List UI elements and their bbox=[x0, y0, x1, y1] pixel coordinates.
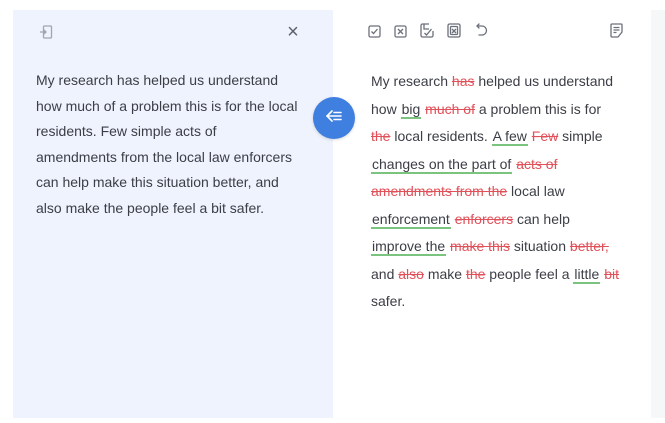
inserted-text[interactable]: big bbox=[400, 100, 422, 119]
inserted-text[interactable]: A few bbox=[491, 128, 528, 146]
edited-paragraph: My research has helped us understand how… bbox=[371, 68, 623, 316]
source-paragraph: My research has helped us understand how… bbox=[36, 72, 298, 216]
accept-all-icon[interactable] bbox=[419, 22, 435, 39]
deleted-text[interactable]: much of bbox=[425, 101, 475, 117]
close-label: × bbox=[287, 21, 299, 43]
inserted-text[interactable]: little bbox=[573, 265, 601, 284]
plain-text: simple bbox=[558, 128, 603, 144]
deleted-text[interactable]: Few bbox=[532, 128, 558, 144]
deleted-text[interactable]: make this bbox=[450, 238, 510, 254]
deleted-text[interactable]: enforcers bbox=[455, 211, 513, 227]
deleted-text[interactable]: also bbox=[398, 266, 424, 282]
deleted-text[interactable]: better, bbox=[570, 238, 609, 254]
close-icon[interactable]: × bbox=[284, 21, 302, 43]
swap-button[interactable] bbox=[313, 97, 355, 139]
plain-text: local residents. bbox=[390, 128, 492, 144]
plain-text: situation bbox=[509, 238, 570, 254]
deleted-text[interactable]: bit bbox=[604, 266, 619, 282]
plain-text: a problem this is for bbox=[474, 100, 602, 117]
reject-checkbox-icon[interactable] bbox=[392, 23, 408, 39]
plain-text: make bbox=[423, 265, 466, 282]
panel-edge bbox=[651, 10, 665, 418]
plain-text: My research bbox=[371, 73, 452, 89]
plain-text: and bbox=[371, 265, 399, 282]
accept-checkbox-icon[interactable] bbox=[366, 23, 382, 39]
plain-text: people feel a bbox=[485, 265, 574, 282]
deleted-text[interactable]: has bbox=[452, 73, 475, 89]
arrow-left-icon bbox=[325, 109, 342, 128]
inserted-text[interactable]: enforcement bbox=[371, 210, 451, 229]
plain-text: local law bbox=[507, 183, 565, 199]
reject-all-icon[interactable] bbox=[446, 22, 462, 39]
notes-icon[interactable] bbox=[608, 22, 624, 39]
deleted-text[interactable]: the bbox=[466, 266, 485, 282]
inserted-text[interactable]: changes on the part of bbox=[371, 155, 513, 174]
deleted-text[interactable]: the bbox=[371, 128, 390, 144]
import-icon[interactable] bbox=[38, 24, 54, 40]
undo-icon[interactable] bbox=[474, 22, 490, 39]
plain-text: can help bbox=[513, 210, 570, 227]
plain-text: safer. bbox=[371, 293, 406, 309]
inserted-text[interactable]: improve the bbox=[371, 238, 447, 256]
